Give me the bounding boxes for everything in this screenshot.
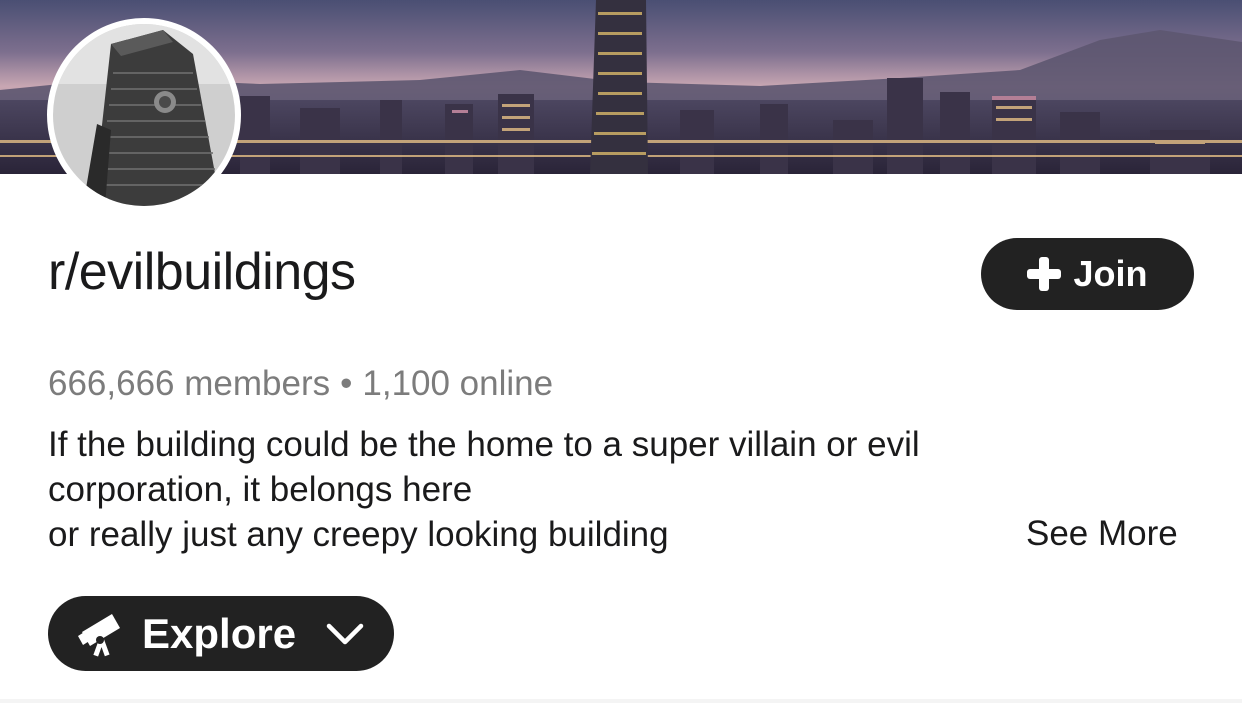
community-avatar — [47, 18, 241, 212]
community-header: r/evilbuildings Join 666,666 members • 1,1… — [0, 0, 1242, 703]
online-count: 1,100 online — [362, 364, 554, 403]
join-button[interactable]: Join — [981, 238, 1194, 310]
community-description: If the building could be the home to a s… — [48, 422, 1058, 557]
member-count: 666,666 members — [48, 364, 331, 403]
description-line: corporation, it belongs here — [48, 470, 473, 509]
see-more-link[interactable]: See More — [1026, 514, 1178, 554]
description-line: or really just any creepy looking buildi… — [48, 515, 669, 554]
stats-separator: • — [340, 364, 353, 403]
join-button-label: Join — [1073, 253, 1148, 294]
explore-button[interactable]: Explore — [48, 596, 394, 671]
divider — [0, 699, 1242, 703]
explore-button-label: Explore — [142, 609, 297, 657]
skyscraper-image — [53, 24, 235, 206]
chevron-down-icon — [326, 623, 364, 644]
description-line: If the building could be the home to a s… — [48, 425, 920, 464]
telescope-icon — [78, 613, 120, 657]
plus-icon — [1027, 257, 1062, 291]
community-stats: 666,666 members • 1,100 online — [48, 364, 553, 404]
community-name: r/evilbuildings — [48, 243, 356, 301]
